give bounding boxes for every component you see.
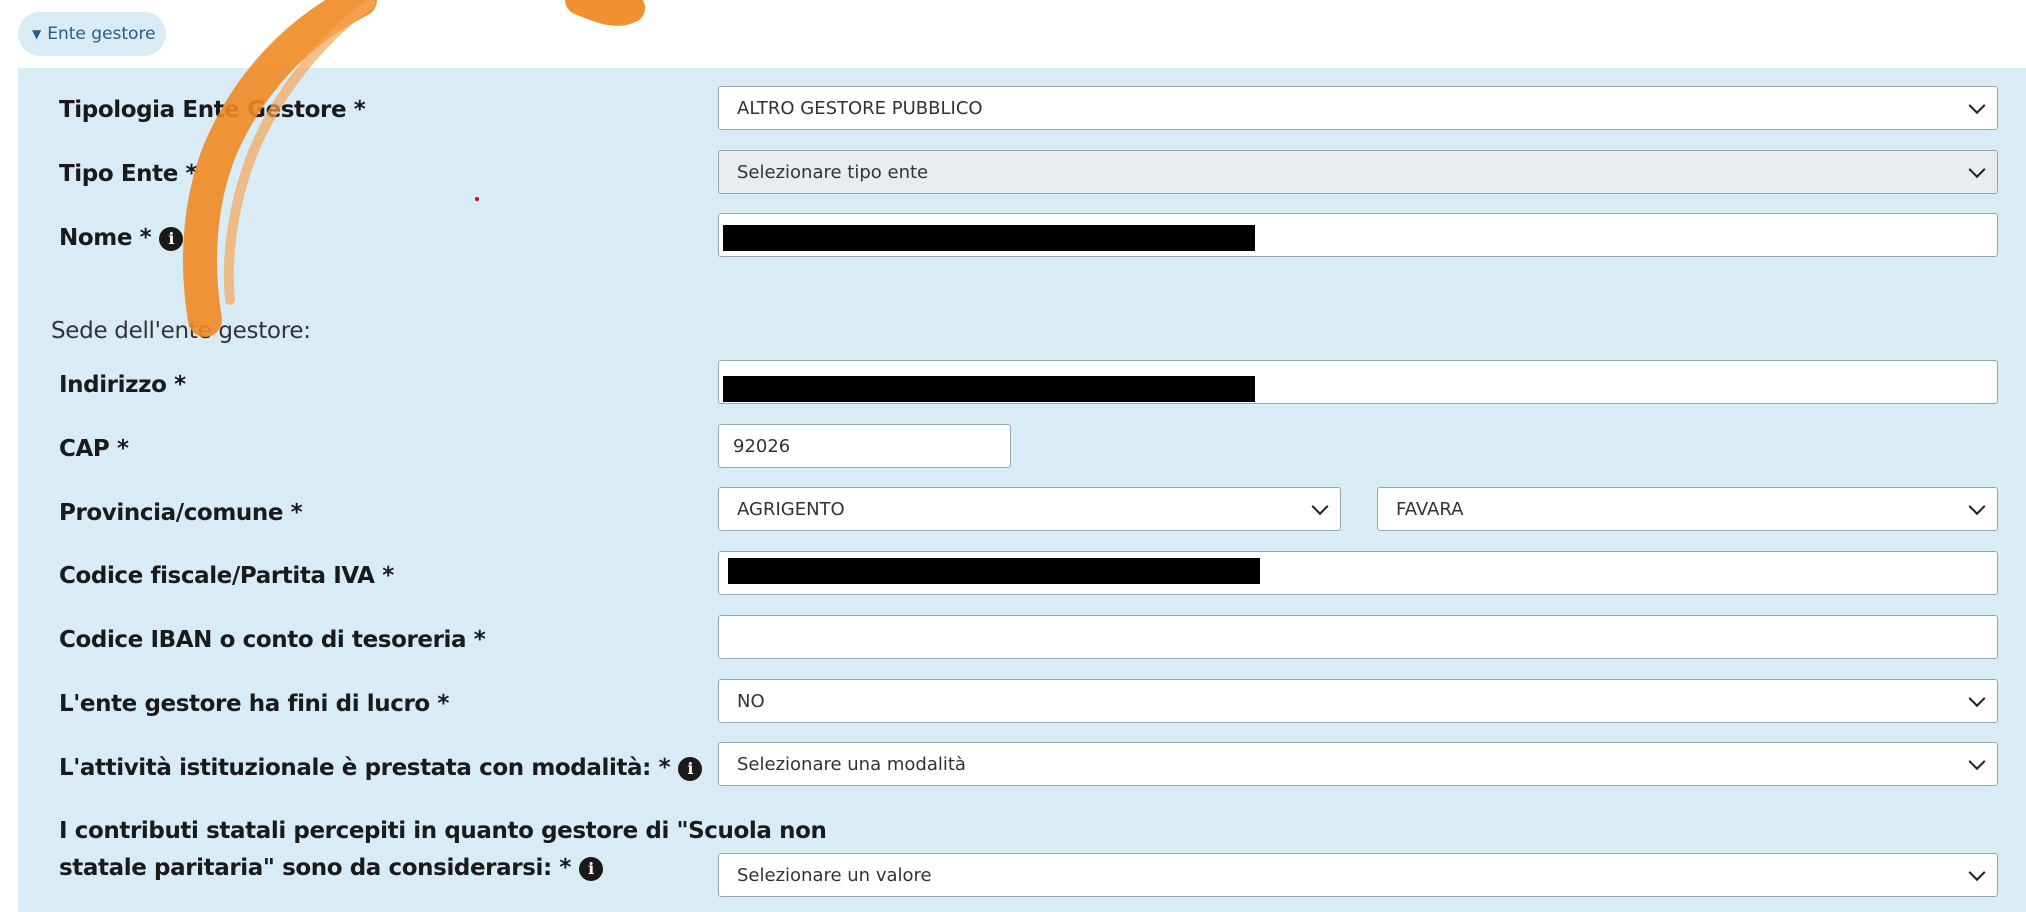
chevron-down-icon [1968, 690, 1986, 708]
fini-lucro-label: L'ente gestore ha fini di lucro * [59, 691, 450, 717]
indirizzo-label: Indirizzo * [59, 372, 186, 398]
info-icon[interactable]: i [678, 756, 703, 781]
caret-down-icon: ▼ [32, 27, 42, 41]
tipo-ente-placeholder: Selezionare tipo ente [737, 161, 929, 183]
nome-label-text: Nome * [59, 225, 152, 251]
nome-label: Nome * i [59, 225, 184, 251]
tipologia-value: ALTRO GESTORE PUBBLICO [737, 97, 983, 119]
provincia-select[interactable]: AGRIGENTO [718, 487, 1341, 531]
contributi-label-line2: statale paritaria" sono da considerarsi:… [59, 855, 603, 881]
modalita-select[interactable]: Selezionare una modalità [718, 742, 1998, 786]
chevron-down-icon [1968, 97, 1986, 115]
redacted-value [723, 376, 1255, 402]
provincia-comune-label: Provincia/comune * [59, 500, 303, 526]
toggle-label: Ente gestore [47, 24, 156, 44]
tipo-ente-label: Tipo Ente * [59, 161, 198, 187]
fini-lucro-select[interactable]: NO [718, 679, 1998, 723]
info-icon[interactable]: i [579, 856, 603, 881]
modalita-label-text: L'attività istituzionale è prestata con … [59, 755, 671, 781]
tipologia-label: Tipologia Ente Gestore * [59, 97, 366, 123]
cap-label: CAP * [59, 436, 129, 462]
contributi-label-text: statale paritaria" sono da considerarsi:… [59, 855, 571, 881]
indirizzo-input[interactable] [718, 360, 1998, 404]
chevron-down-icon [1311, 498, 1329, 516]
cap-value: 92026 [733, 435, 791, 457]
redacted-value [723, 225, 1255, 251]
contributi-placeholder: Selezionare un valore [737, 864, 932, 886]
chevron-down-icon [1968, 498, 1986, 516]
nome-input[interactable] [718, 213, 1998, 257]
tipo-ente-select[interactable]: Selezionare tipo ente [718, 150, 1998, 194]
contributi-label-line1: I contributi statali percepiti in quanto… [59, 818, 827, 844]
chevron-down-icon [1968, 161, 1986, 179]
fini-lucro-value: NO [737, 690, 765, 712]
cap-input[interactable]: 92026 [718, 424, 1011, 468]
ente-gestore-toggle[interactable]: ▼ Ente gestore [18, 12, 166, 56]
modalita-placeholder: Selezionare una modalità [737, 753, 966, 775]
comune-select[interactable]: FAVARA [1377, 487, 1998, 531]
chevron-down-icon [1968, 864, 1986, 882]
tipologia-select[interactable]: ALTRO GESTORE PUBBLICO [718, 86, 1998, 130]
codice-fiscale-input[interactable] [718, 551, 1998, 595]
redacted-value [728, 558, 1260, 584]
provincia-value: AGRIGENTO [737, 498, 845, 520]
iban-label: Codice IBAN o conto di tesoreria * [59, 627, 486, 653]
iban-input[interactable] [718, 615, 1998, 659]
contributi-select[interactable]: Selezionare un valore [718, 853, 1998, 897]
sede-section-title: Sede dell'ente gestore: [51, 318, 311, 344]
chevron-down-icon [1968, 753, 1986, 771]
comune-value: FAVARA [1396, 498, 1464, 520]
codice-fiscale-label: Codice fiscale/Partita IVA * [59, 563, 394, 589]
modalita-label: L'attività istituzionale è prestata con … [59, 755, 703, 781]
info-icon[interactable]: i [159, 226, 184, 251]
